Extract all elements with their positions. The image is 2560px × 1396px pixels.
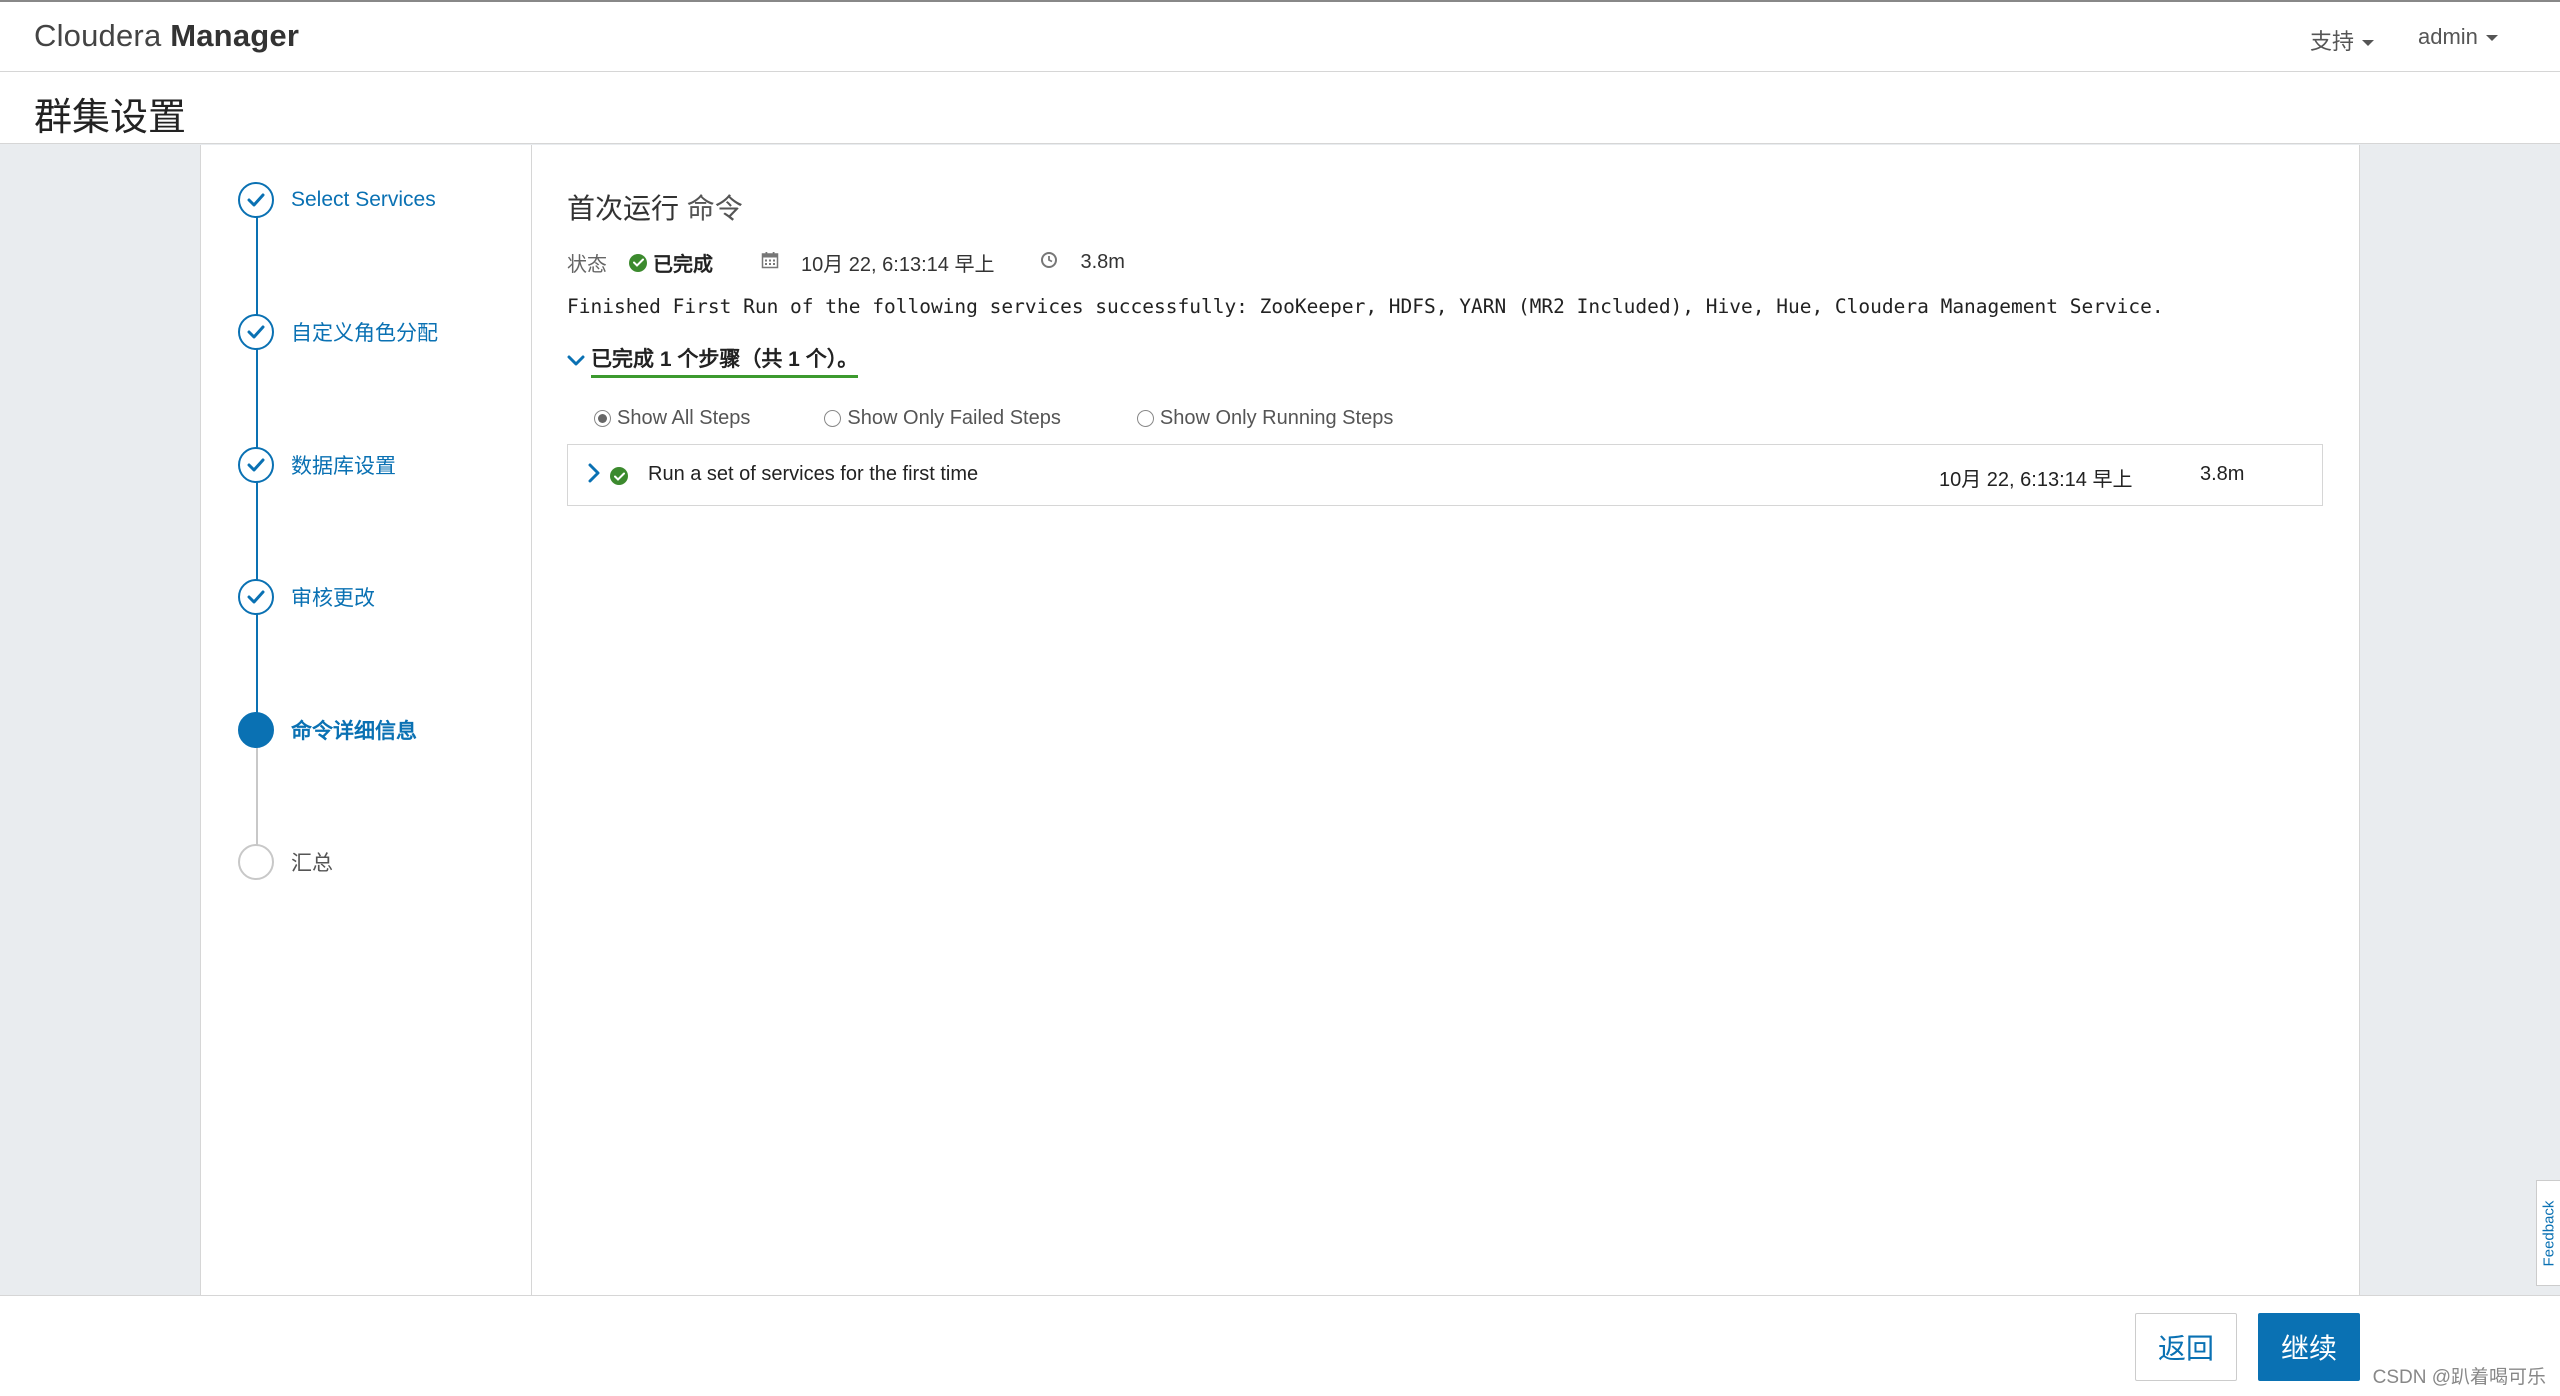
- command-suffix: 命令: [686, 193, 743, 224]
- page-header: 群集设置: [0, 72, 2560, 144]
- step-date: 10月 22, 6:13:14 早上: [1939, 469, 2133, 491]
- filter-show-all-steps[interactable]: Show All Steps: [594, 407, 750, 430]
- steps-summary-text: 已完成 1 个步骤（共 1 个）。: [591, 343, 859, 378]
- wizard-step-label: 数据库设置: [291, 455, 396, 478]
- command-title: 首次运行 命令: [567, 187, 743, 227]
- continue-button[interactable]: 继续: [2258, 1313, 2360, 1381]
- wizard-step-label: 汇总: [291, 852, 333, 875]
- check-icon: [238, 182, 274, 218]
- step-name: Run a set of services for the first time: [648, 463, 979, 485]
- status-value: 已完成: [653, 254, 713, 276]
- steps-table: Run a set of services for the first time…: [567, 444, 2323, 506]
- check-icon: [238, 447, 274, 483]
- pending-step-indicator: [238, 844, 274, 880]
- wizard-step-label: 审核更改: [291, 587, 375, 610]
- page-title: 群集设置: [34, 97, 187, 139]
- watermark: CSDN @趴着喝可乐: [2372, 1367, 2546, 1388]
- app-logo[interactable]: Cloudera Manager: [34, 18, 299, 54]
- command-result-message: Finished First Run of the following serv…: [567, 295, 2164, 318]
- command-status-row: 状态 已完成 10月 22, 6:13:14 早上 3.8m: [567, 248, 1125, 277]
- step-duration: 3.8m: [2200, 463, 2245, 485]
- filter-label: Show Only Running Steps: [1159, 407, 1394, 429]
- feedback-tab[interactable]: Feedback: [2536, 1180, 2560, 1286]
- filter-label: Show Only Failed Steps: [847, 407, 1061, 429]
- wizard-steps: Select Services 自定义角色分配 数据库设置 审核更改 命令详细信…: [200, 145, 532, 1295]
- success-check-icon: [629, 253, 647, 272]
- brand-name: Cloudera: [34, 18, 171, 53]
- filter-label: Show All Steps: [617, 407, 751, 429]
- chevron-right-icon[interactable]: [588, 463, 600, 488]
- wizard-step-command-details[interactable]: 命令详细信息: [238, 710, 417, 750]
- step-filter-group: Show All Steps Show Only Failed Steps Sh…: [594, 407, 1393, 430]
- command-date: 10月 22, 6:13:14 早上: [801, 254, 995, 276]
- status-badge: 已完成: [629, 248, 713, 277]
- radio-unselected[interactable]: [824, 410, 842, 427]
- command-details-panel: 首次运行 命令 状态 已完成 10月 22, 6:13:14 早上 3.8m F…: [532, 145, 2360, 1295]
- wizard-step-summary: 汇总: [238, 842, 333, 882]
- chevron-down-icon: [2485, 35, 2498, 42]
- wizard-step-select-services[interactable]: Select Services: [238, 180, 436, 220]
- status-label: 状态: [567, 254, 607, 276]
- brand-product: Manager: [170, 18, 300, 53]
- filter-show-running-steps[interactable]: Show Only Running Steps: [1136, 407, 1394, 430]
- wizard-step-label: 自定义角色分配: [291, 322, 438, 345]
- chevron-down-icon: [2362, 40, 2375, 47]
- clock-icon: [1040, 251, 1058, 275]
- wizard-step-role-assignment[interactable]: 自定义角色分配: [238, 312, 438, 352]
- steps-summary-toggle[interactable]: 已完成 1 个步骤（共 1 个）。: [567, 343, 859, 378]
- user-menu-label: admin: [2418, 24, 2478, 49]
- user-menu[interactable]: admin: [2418, 24, 2498, 50]
- chevron-down-icon: [567, 355, 585, 365]
- command-name: 首次运行: [567, 193, 680, 224]
- feedback-label: Feedback: [2540, 1200, 2557, 1266]
- wizard-footer: 返回 继续: [0, 1295, 2560, 1396]
- back-button[interactable]: 返回: [2135, 1313, 2237, 1381]
- current-step-indicator: [238, 712, 274, 748]
- radio-selected[interactable]: [594, 410, 611, 427]
- wizard-step-label: 命令详细信息: [291, 720, 417, 743]
- filter-show-failed-steps[interactable]: Show Only Failed Steps: [824, 407, 1061, 430]
- check-icon: [238, 579, 274, 615]
- calendar-icon: [761, 251, 779, 275]
- support-menu[interactable]: 支持: [2310, 24, 2375, 56]
- radio-unselected[interactable]: [1136, 410, 1154, 427]
- wizard-step-database[interactable]: 数据库设置: [238, 445, 396, 485]
- wizard-step-review[interactable]: 审核更改: [238, 577, 375, 617]
- wizard-step-label: Select Services: [291, 188, 436, 211]
- check-icon: [238, 314, 274, 350]
- success-check-icon: [610, 467, 628, 485]
- top-navbar: Cloudera Manager 支持 admin: [0, 0, 2560, 72]
- support-menu-label: 支持: [2310, 29, 2355, 54]
- command-duration: 3.8m: [1080, 251, 1125, 273]
